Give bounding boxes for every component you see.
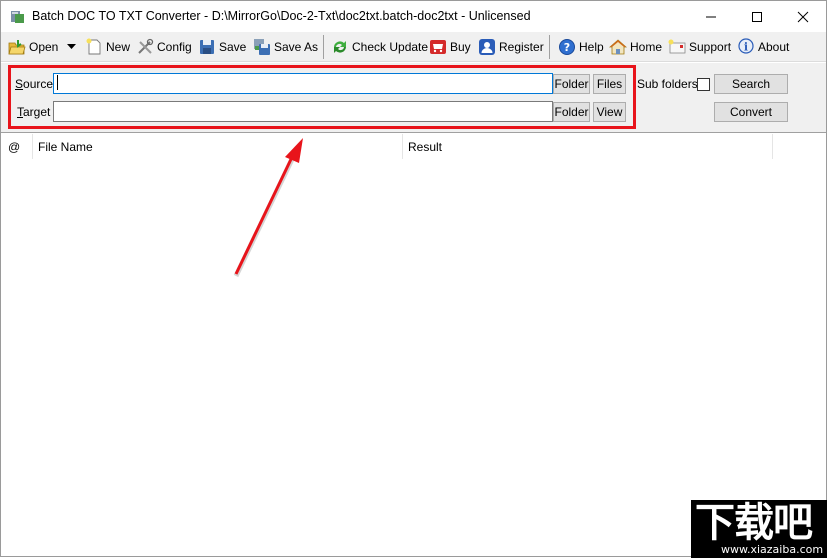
refresh-icon (334, 41, 346, 53)
column-header-empty (773, 134, 826, 159)
watermark-url: www.xiazaiba.com (721, 543, 824, 556)
help-icon: ? (559, 39, 575, 55)
convert-button[interactable]: Convert (714, 102, 788, 122)
watermark-text: 下载吧 (695, 500, 813, 546)
source-target-panel: Source Folder Files Sub folders Search T… (1, 63, 826, 133)
source-folder-button[interactable]: Folder (553, 74, 590, 94)
title-bar: Batch DOC TO TXT Converter - D:\MirrorGo… (1, 1, 826, 32)
target-view-button[interactable]: View (593, 102, 626, 122)
dropdown-arrow-icon (67, 44, 76, 49)
subfolders-checkbox[interactable] (697, 78, 710, 91)
source-input[interactable] (53, 73, 553, 94)
config-button[interactable]: Config (136, 36, 192, 58)
toolbar: Open New Config Save Save As Check Updat… (1, 32, 826, 62)
home-icon (609, 39, 627, 55)
target-label: Target (17, 105, 51, 119)
tools-icon (138, 38, 154, 54)
new-button[interactable]: New (85, 36, 130, 58)
save-as-icon (254, 39, 270, 55)
subfolders-label: Sub folders (637, 77, 698, 91)
support-button[interactable]: Support (668, 36, 731, 58)
open-button[interactable]: Open (8, 36, 58, 58)
toolbar-separator (323, 35, 324, 59)
close-icon (797, 11, 809, 22)
user-icon (479, 39, 495, 55)
minimize-icon (706, 16, 716, 17)
save-as-button[interactable]: Save As (253, 36, 318, 58)
target-input[interactable] (53, 101, 553, 122)
floppy-disk-icon (200, 40, 214, 54)
toolbar-separator (549, 35, 550, 59)
new-file-icon (86, 38, 101, 55)
svg-text:?: ? (564, 41, 570, 54)
maximize-button[interactable] (734, 1, 780, 32)
shopping-cart-icon (430, 40, 446, 54)
check-update-button[interactable]: Check Update (331, 36, 428, 58)
info-icon: i (738, 38, 754, 54)
target-folder-button[interactable]: Folder (553, 102, 590, 122)
mail-icon (668, 39, 686, 54)
search-button[interactable]: Search (714, 74, 788, 94)
maximize-icon (752, 11, 762, 22)
open-dropdown-button[interactable] (67, 36, 76, 58)
column-header-status[interactable]: @ (3, 134, 33, 159)
help-button[interactable]: ? Help (558, 36, 604, 58)
watermark-logo: 下载吧 www.xiazaiba.com (691, 500, 827, 558)
file-list[interactable]: @ File Name Result (1, 134, 826, 556)
minimize-button[interactable] (688, 1, 734, 32)
source-label: Source (15, 77, 54, 91)
about-button[interactable]: i About (737, 36, 789, 58)
column-header-result[interactable]: Result (403, 134, 773, 159)
window-title: Batch DOC TO TXT Converter - D:\MirrorGo… (32, 9, 531, 23)
close-button[interactable] (780, 1, 826, 32)
app-icon (11, 11, 24, 23)
column-header-file-name[interactable]: File Name (33, 134, 403, 159)
save-button[interactable]: Save (198, 36, 246, 58)
text-caret (57, 75, 58, 90)
svg-text:i: i (744, 41, 748, 54)
home-button[interactable]: Home (609, 36, 662, 58)
buy-button[interactable]: Buy (429, 36, 471, 58)
app-window: Batch DOC TO TXT Converter - D:\MirrorGo… (0, 0, 827, 558)
register-button[interactable]: Register (478, 36, 544, 58)
open-folder-icon (8, 40, 26, 55)
source-files-button[interactable]: Files (593, 74, 626, 94)
